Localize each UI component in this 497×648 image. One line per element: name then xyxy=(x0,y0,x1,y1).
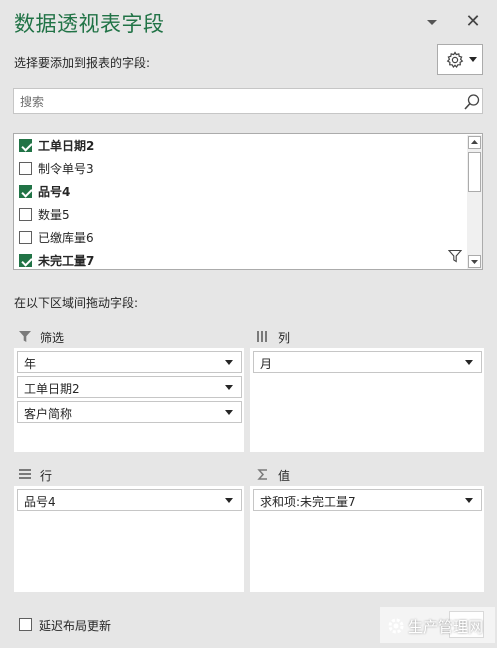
scroll-down-icon xyxy=(471,260,478,264)
filters-area-header: 筛选 xyxy=(18,328,238,348)
dropdown-arrow-icon[interactable] xyxy=(225,360,233,365)
tools-button[interactable] xyxy=(437,44,483,75)
rows-icon xyxy=(18,468,32,484)
pill-label: 品号4 xyxy=(24,495,56,509)
close-icon: ✕ xyxy=(465,11,481,32)
search-input[interactable] xyxy=(20,93,440,110)
scroll-up-icon xyxy=(471,140,478,144)
scrollbar-thumb[interactable] xyxy=(468,152,481,192)
close-button[interactable]: ✕ xyxy=(464,13,482,31)
filters-area-title: 筛选 xyxy=(40,331,65,345)
values-area-title: 值 xyxy=(278,469,291,483)
drag-fields-label: 在以下区域间拖动字段: xyxy=(14,296,139,310)
rows-area-title: 行 xyxy=(40,469,53,483)
search-box xyxy=(13,88,483,114)
field-list: 工单日期2 制令单号3 品号4 数量5 已缴库量6 未完工量7 xyxy=(13,133,483,270)
dropdown-arrow-icon[interactable] xyxy=(225,385,233,390)
field-label: 制令单号3 xyxy=(38,162,94,176)
field-label: 数量5 xyxy=(38,208,70,222)
values-drop-area[interactable]: 求和项:未完工量7 xyxy=(250,486,484,592)
field-label: 已缴库量6 xyxy=(38,231,94,245)
checkbox[interactable] xyxy=(19,208,32,221)
task-pane-options-button[interactable] xyxy=(424,14,440,30)
pill-label: 年 xyxy=(24,357,37,371)
dropdown-arrow-icon[interactable] xyxy=(225,498,233,503)
checkbox[interactable] xyxy=(19,231,32,244)
pill-label: 工单日期2 xyxy=(24,382,80,396)
pill-label: 月 xyxy=(260,357,273,371)
field-item[interactable]: 数量5 xyxy=(19,204,459,224)
choose-fields-label: 选择要添加到报表的字段: xyxy=(14,56,151,70)
value-field-pill[interactable]: 求和项:未完工量7 xyxy=(253,489,482,511)
field-item[interactable]: 工单日期2 xyxy=(19,135,459,155)
dropdown-arrow-icon[interactable] xyxy=(465,498,473,503)
checkbox[interactable] xyxy=(19,162,32,175)
watermark: 生产管理网 xyxy=(380,607,495,643)
checkbox[interactable] xyxy=(19,254,32,267)
filter-field-pill[interactable]: 年 xyxy=(17,351,242,373)
rows-area-header: 行 xyxy=(18,466,238,486)
column-field-pill[interactable]: 月 xyxy=(253,351,482,373)
rows-drop-area[interactable]: 品号4 xyxy=(14,486,244,592)
sigma-icon xyxy=(256,468,270,484)
field-item[interactable]: 未完工量7 xyxy=(19,250,459,270)
scroll-up-button[interactable] xyxy=(468,136,481,149)
watermark-gear-icon xyxy=(386,616,406,639)
filter-field-pill[interactable]: 客户简称 xyxy=(17,401,242,423)
defer-layout-label: 延迟布局更新 xyxy=(39,619,112,633)
columns-area-title: 列 xyxy=(278,331,291,345)
checkbox[interactable] xyxy=(19,139,32,152)
chevron-down-icon xyxy=(427,20,437,25)
filter-icon xyxy=(18,330,32,346)
field-label: 工单日期2 xyxy=(38,139,95,153)
columns-drop-area[interactable]: 月 xyxy=(250,348,484,452)
watermark-text: 生产管理网 xyxy=(408,618,484,636)
field-label: 未完工量7 xyxy=(38,254,95,268)
field-item[interactable]: 已缴库量6 xyxy=(19,227,459,247)
filter-funnel-icon[interactable] xyxy=(447,249,463,266)
pill-label: 客户简称 xyxy=(24,407,73,421)
pill-label: 求和项:未完工量7 xyxy=(260,495,356,509)
scrollbar[interactable] xyxy=(467,135,482,269)
filters-drop-area[interactable]: 年 工单日期2 客户简称 xyxy=(14,348,244,452)
values-area-header: 值 xyxy=(256,466,476,486)
checkbox[interactable] xyxy=(19,185,32,198)
row-field-pill[interactable]: 品号4 xyxy=(17,489,242,511)
chevron-down-icon xyxy=(469,57,477,62)
dropdown-arrow-icon[interactable] xyxy=(225,410,233,415)
defer-layout-checkbox[interactable] xyxy=(19,618,32,631)
columns-icon xyxy=(256,330,270,346)
pane-title: 数据透视表字段 xyxy=(14,12,165,36)
columns-area-header: 列 xyxy=(256,328,476,348)
field-item[interactable]: 制令单号3 xyxy=(19,158,459,178)
scroll-down-button[interactable] xyxy=(468,255,481,268)
field-label: 品号4 xyxy=(38,185,71,199)
filter-field-pill[interactable]: 工单日期2 xyxy=(17,376,242,398)
search-icon[interactable] xyxy=(463,93,481,114)
field-item[interactable]: 品号4 xyxy=(19,181,459,201)
gear-icon xyxy=(446,51,464,69)
dropdown-arrow-icon[interactable] xyxy=(465,360,473,365)
